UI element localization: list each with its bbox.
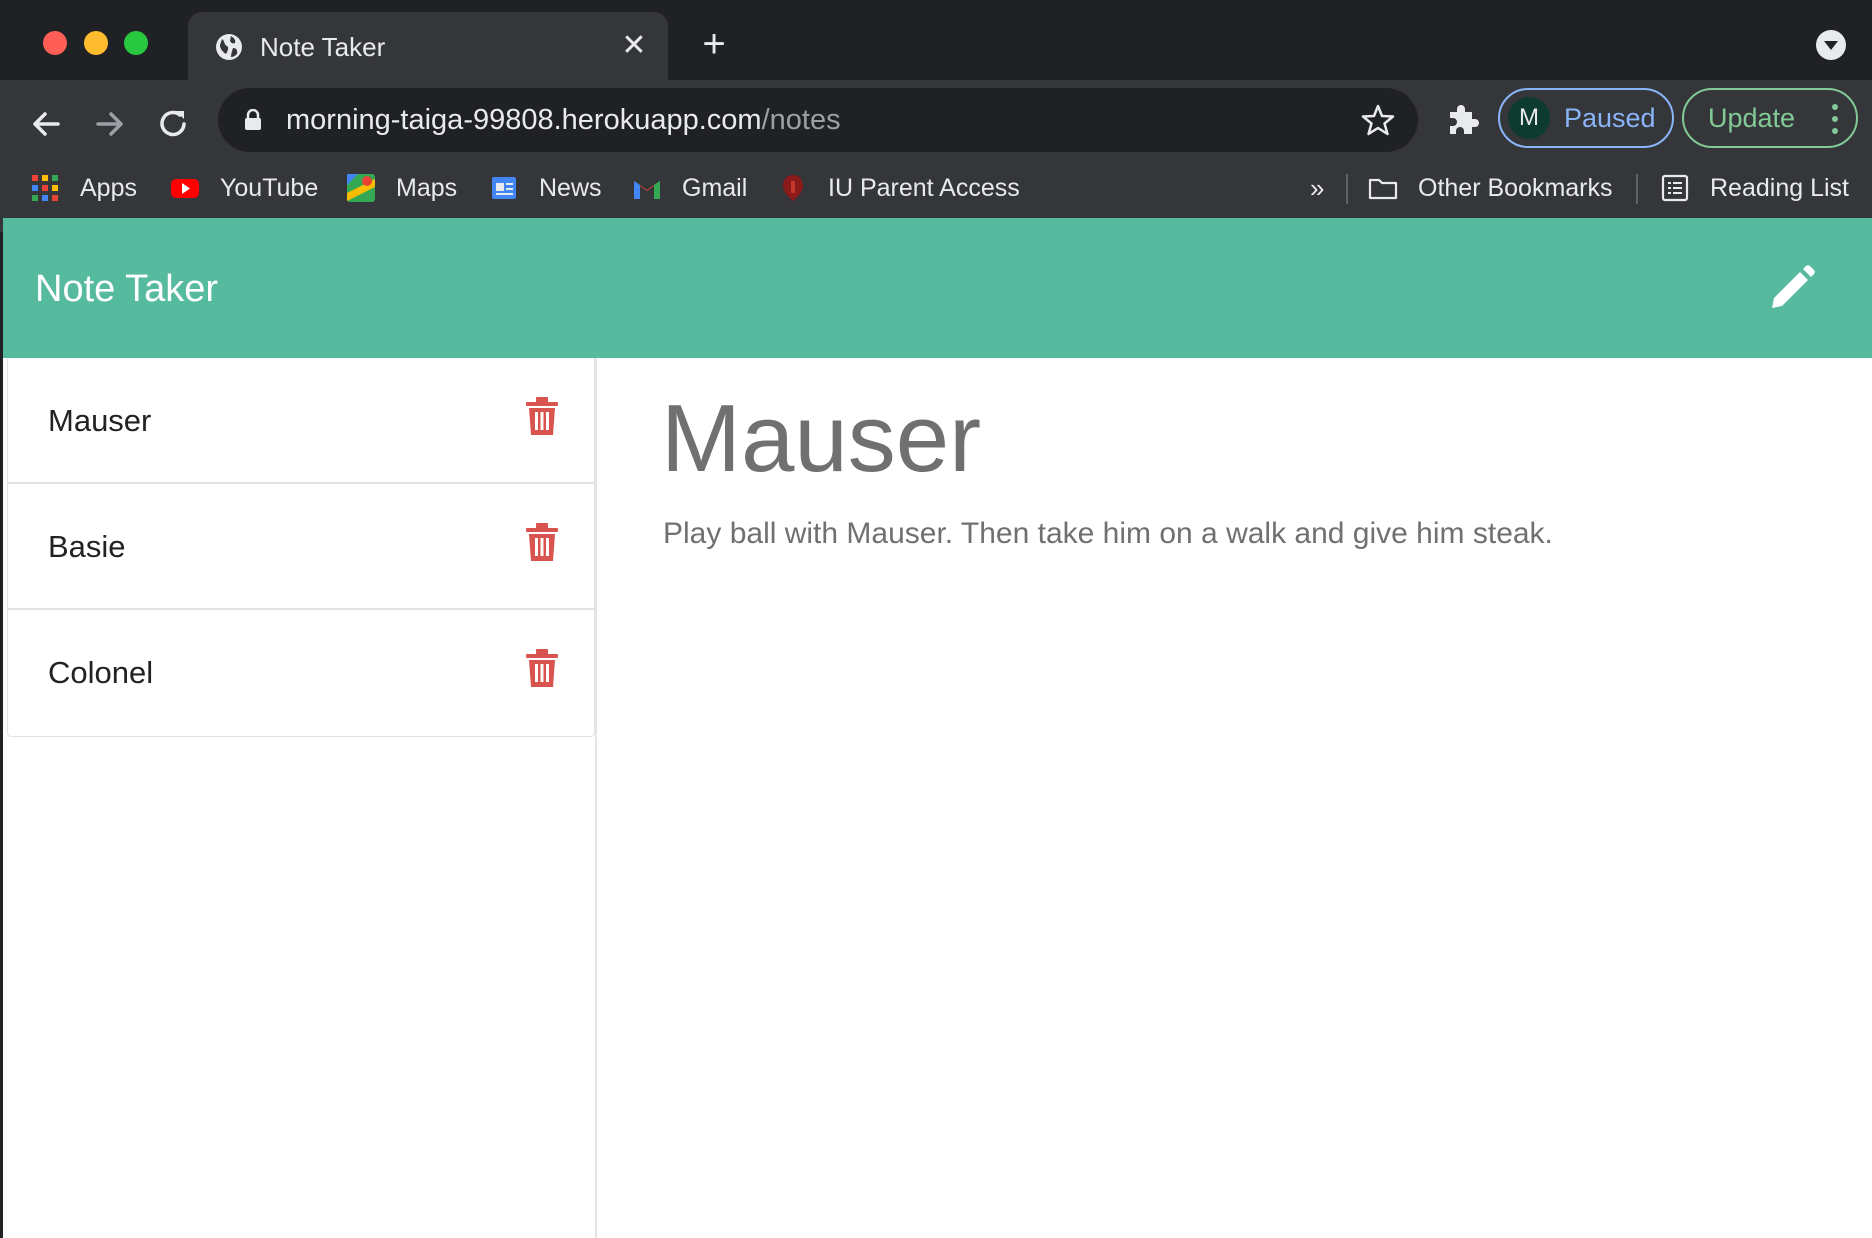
note-title-input[interactable]: Mauser — [661, 380, 981, 498]
notes-sidebar: Mauser Basie Colonel — [3, 358, 597, 1238]
bookmark-apps[interactable]: Apps — [30, 170, 137, 206]
bookmark-gmail[interactable]: Gmail — [632, 170, 747, 206]
list-item[interactable]: Colonel — [8, 610, 594, 736]
more-menu-icon[interactable] — [1832, 104, 1838, 134]
bookmarks-bar: Apps YouTube Maps News Gmail IU Parent A… — [0, 156, 1872, 222]
address-bar[interactable]: morning-taiga-99808.herokuapp.com/notes — [218, 88, 1418, 152]
gmail-icon — [634, 181, 660, 199]
bookmark-youtube[interactable]: YouTube — [170, 170, 318, 206]
other-bookmarks-label: Other Bookmarks — [1418, 173, 1613, 202]
note-editor: Mauser Play ball with Mauser. Then take … — [597, 358, 1872, 1238]
reload-icon[interactable] — [150, 100, 198, 148]
back-icon[interactable] — [22, 100, 70, 148]
bookmarks-divider — [1346, 174, 1348, 204]
new-note-pencil-icon[interactable] — [1766, 262, 1818, 314]
youtube-icon — [171, 179, 199, 198]
app-navbar: Note Taker — [3, 218, 1872, 358]
forward-icon[interactable] — [86, 100, 134, 148]
globe-icon — [216, 34, 242, 60]
bookmark-label: Apps — [80, 173, 137, 202]
lock-icon[interactable] — [244, 109, 262, 131]
note-title[interactable]: Mauser — [48, 402, 151, 440]
minimize-window-button[interactable] — [84, 31, 108, 55]
delete-note-trash-icon[interactable] — [526, 648, 558, 688]
bookmarks-overflow-icon[interactable]: » — [1310, 170, 1324, 206]
delete-note-trash-icon[interactable] — [526, 522, 558, 562]
bookmark-star-icon[interactable] — [1360, 102, 1396, 138]
delete-note-trash-icon[interactable] — [526, 396, 558, 436]
url-host: morning-taiga-99808.herokuapp.com — [286, 104, 762, 136]
note-list: Mauser Basie Colonel — [7, 358, 595, 737]
new-tab-button[interactable]: + — [694, 24, 734, 64]
bookmark-iu-parent-access[interactable]: IU Parent Access — [778, 170, 1020, 206]
maps-icon — [347, 174, 375, 202]
apps-grid-icon — [32, 175, 58, 201]
list-item[interactable]: Mauser — [8, 358, 594, 484]
reading-list-label: Reading List — [1710, 173, 1849, 202]
browser-toolbar: morning-taiga-99808.herokuapp.com/notes … — [0, 80, 1872, 232]
folder-icon — [1368, 178, 1398, 200]
update-button[interactable]: Update — [1682, 88, 1858, 148]
reading-list-icon — [1661, 174, 1689, 202]
list-item[interactable]: Basie — [8, 484, 594, 610]
close-tab-icon[interactable]: ✕ — [618, 30, 650, 62]
close-window-button[interactable] — [43, 31, 67, 55]
bookmark-label: YouTube — [220, 173, 319, 202]
bookmark-label: News — [539, 173, 602, 202]
bookmark-maps[interactable]: Maps — [346, 170, 457, 206]
bookmark-label: IU Parent Access — [828, 173, 1020, 202]
tab-search-icon[interactable] — [1816, 30, 1846, 60]
tab-title: Note Taker — [260, 32, 386, 62]
bookmarks-divider — [1636, 174, 1638, 204]
note-title[interactable]: Basie — [48, 528, 126, 566]
reading-list-button[interactable]: Reading List — [1660, 170, 1849, 206]
app-brand[interactable]: Note Taker — [35, 266, 218, 312]
bookmark-label: Gmail — [682, 173, 748, 202]
extensions-icon[interactable] — [1444, 102, 1480, 138]
news-icon — [492, 177, 516, 199]
url-path: /notes — [761, 104, 841, 136]
tab-strip: Note Taker ✕ + — [0, 0, 1872, 80]
profile-status: Paused — [1564, 103, 1656, 133]
maximize-window-button[interactable] — [124, 31, 148, 55]
bookmark-news[interactable]: News — [489, 170, 602, 206]
avatar: M — [1508, 97, 1550, 139]
tab-note-taker[interactable]: Note Taker ✕ — [188, 12, 668, 80]
note-title[interactable]: Colonel — [48, 654, 153, 692]
url-text: morning-taiga-99808.herokuapp.com/notes — [286, 102, 841, 138]
note-text-area[interactable]: Play ball with Mauser. Then take him on … — [663, 514, 1813, 554]
other-bookmarks-folder[interactable]: Other Bookmarks — [1368, 170, 1613, 206]
bookmark-label: Maps — [396, 173, 458, 202]
iu-icon — [783, 175, 803, 201]
profile-button[interactable]: M Paused — [1498, 88, 1674, 148]
update-label: Update — [1708, 103, 1796, 133]
browser-window: Note Taker ✕ + morning-taiga-99808.herok… — [0, 0, 1872, 1238]
page-content: Note Taker Mauser Basie Colonel Mauser P… — [3, 218, 1872, 1238]
